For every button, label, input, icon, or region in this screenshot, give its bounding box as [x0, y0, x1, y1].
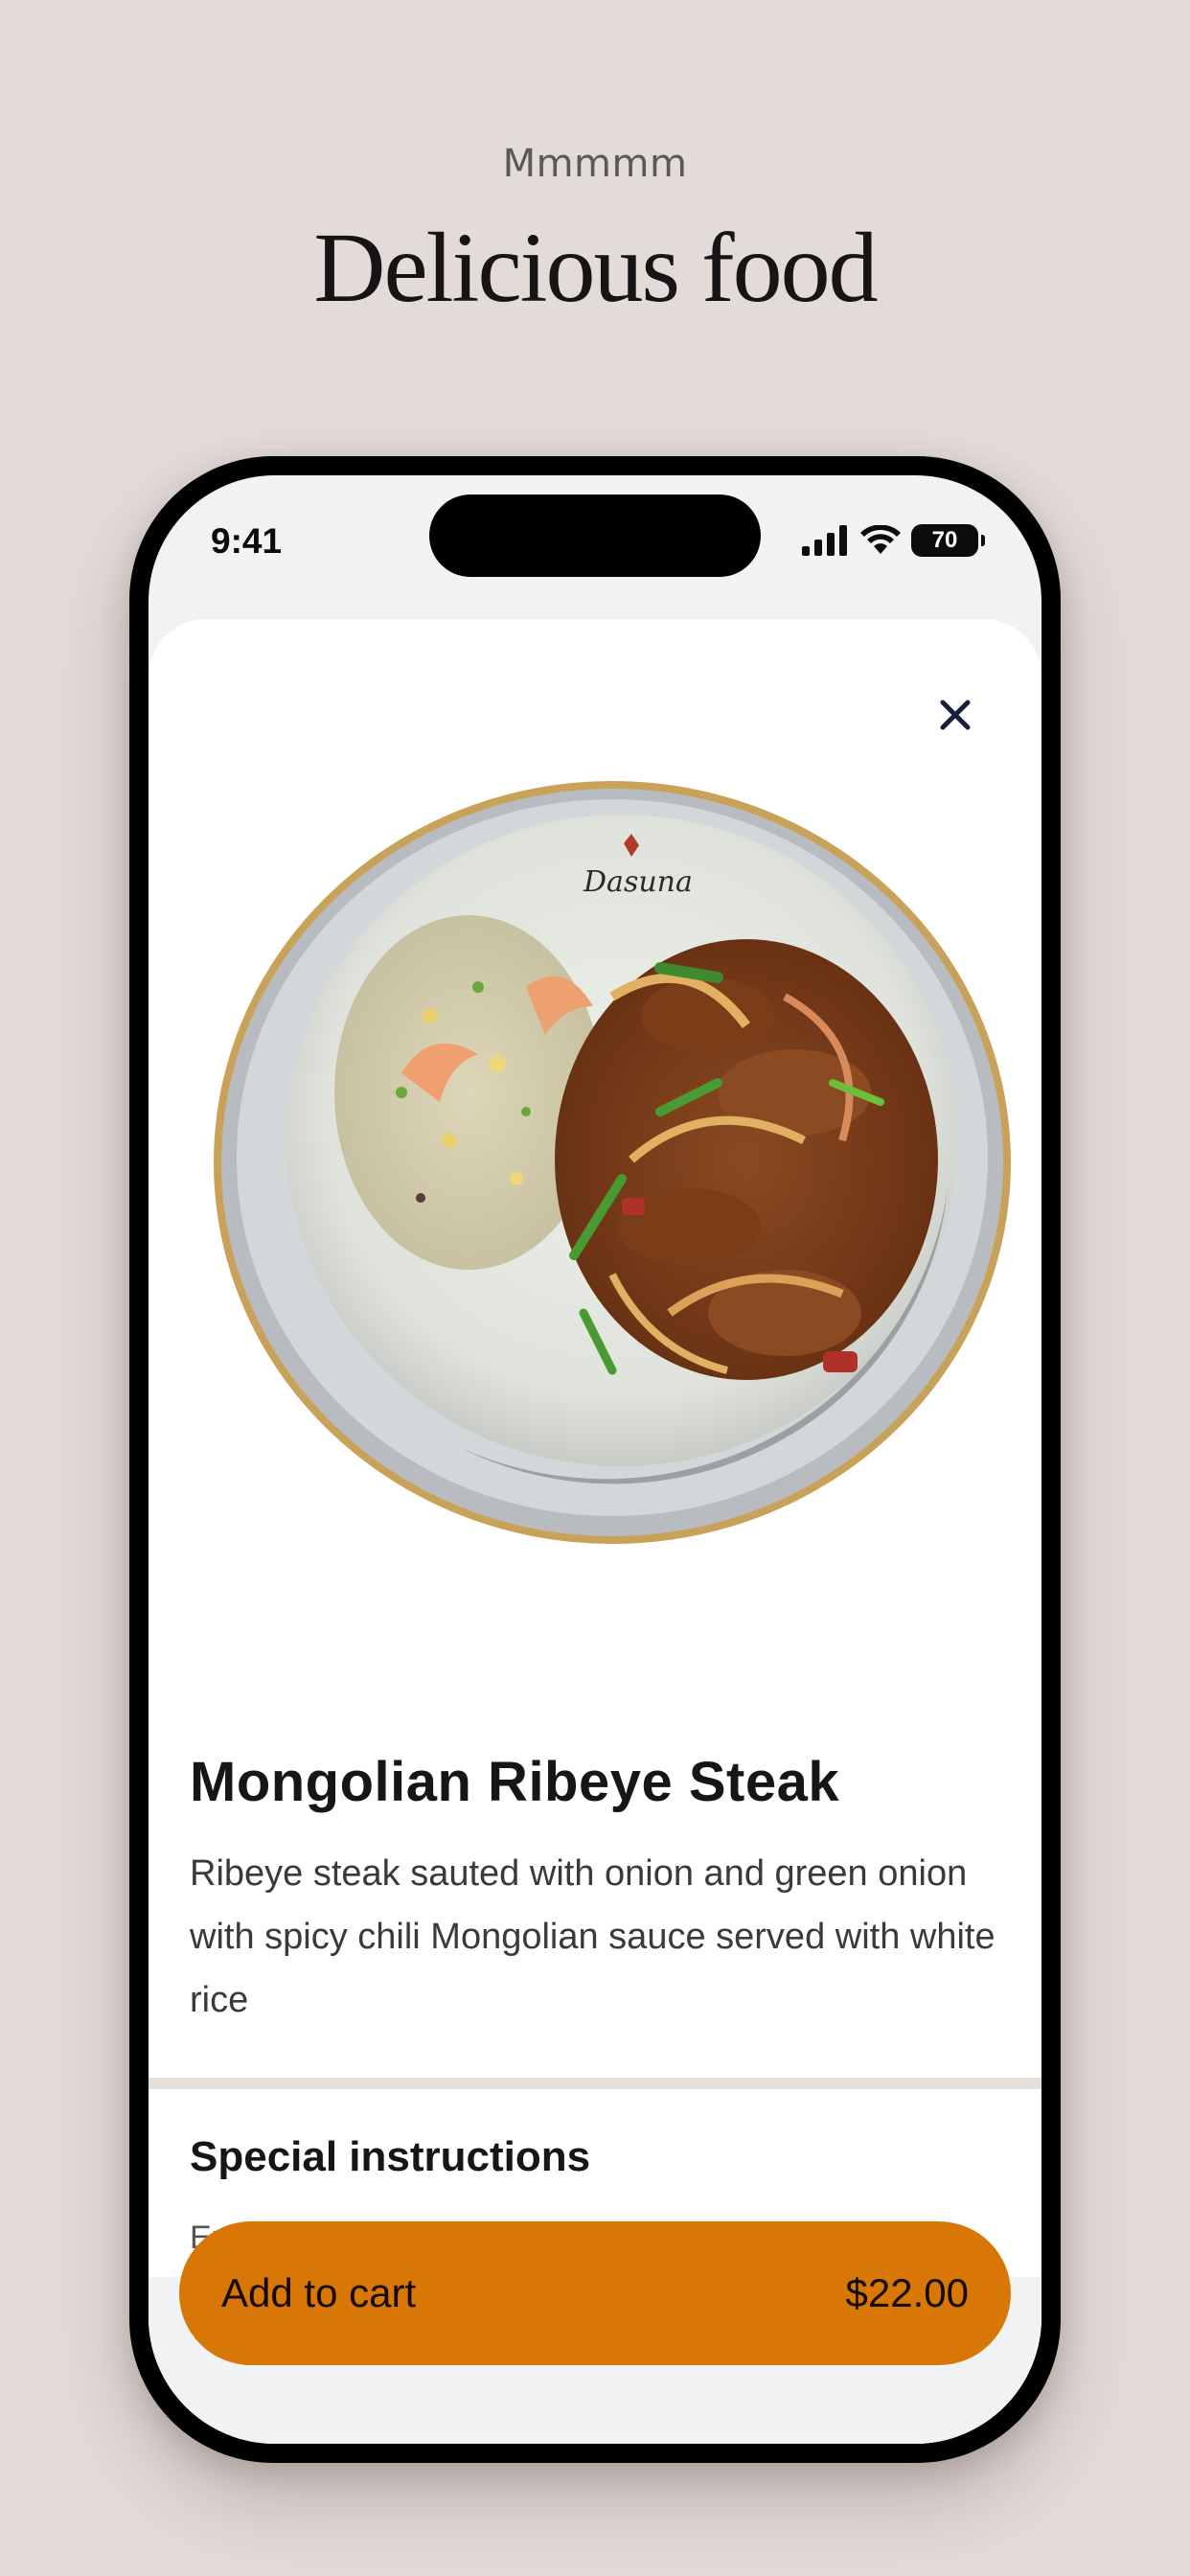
close-button[interactable]: [928, 688, 982, 742]
add-to-cart-label: Add to cart: [221, 2270, 417, 2315]
battery-icon: 70: [911, 524, 985, 557]
promo-title: Delicious food: [313, 213, 878, 323]
phone-screen: 9:41 70 Dasuna Mongolian Ribeye Steak Ri…: [149, 475, 1041, 2444]
close-icon: [940, 700, 971, 730]
wifi-icon: [860, 525, 901, 554]
status-icons: 70: [802, 521, 985, 560]
add-to-cart-button[interactable]: Add to cart $22.00: [179, 2221, 1011, 2365]
plate-logo: Dasuna: [583, 865, 693, 899]
item-description: Ribeye steak sauted with onion and green…: [190, 1853, 995, 2020]
item-detail-sheet: Dasuna Mongolian Ribeye Steak Ribeye ste…: [149, 619, 1041, 2444]
signal-icon: [802, 525, 847, 556]
dynamic-island: [429, 494, 761, 577]
item-title: Mongolian Ribeye Steak: [190, 1751, 840, 1813]
battery-level: 70: [931, 527, 958, 553]
promo-kicker: Mmmmm: [502, 142, 688, 186]
status-time: 9:41: [211, 521, 283, 561]
phone-frame: 9:41 70 Dasuna Mongolian Ribeye Steak Ri…: [129, 456, 1061, 2463]
section-divider: [149, 2078, 1041, 2089]
special-instructions-heading: Special instructions: [190, 2133, 591, 2180]
cart-price: $22.00: [845, 2270, 969, 2315]
food-image: Dasuna: [214, 781, 1011, 1544]
